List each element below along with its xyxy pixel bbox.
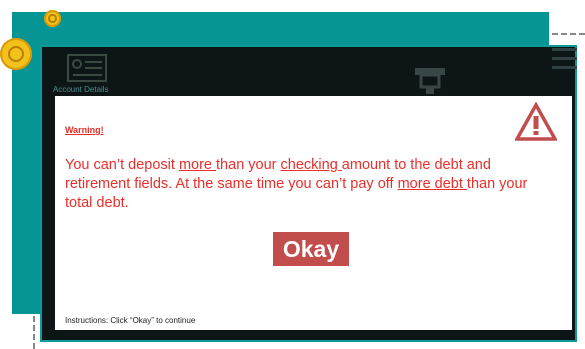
coin-icon [44, 10, 61, 27]
checking-link-text: checking [280, 157, 342, 173]
account-details-icon[interactable] [67, 53, 109, 83]
dialog-title: Warning! [65, 125, 104, 135]
coin-icon [0, 38, 32, 70]
okay-button[interactable]: Okay [273, 232, 349, 266]
hamburger-menu-icon[interactable] [552, 48, 577, 74]
warning-dialog: Warning! You can’t deposit more than you… [55, 96, 572, 330]
dashed-guide-horizontal [552, 33, 585, 35]
atm-icon[interactable] [413, 66, 447, 96]
instructions-text: Instructions: Click “Okay” to continue [65, 316, 196, 325]
warning-triangle-icon [515, 102, 557, 141]
more-debt-link-text: more debt [397, 176, 467, 192]
dialog-message: You can’t deposit more than your checkin… [65, 157, 528, 211]
more-link-text: more [178, 157, 217, 173]
dashed-guide-vertical [33, 316, 35, 349]
account-details-label: Account Details [53, 85, 109, 94]
